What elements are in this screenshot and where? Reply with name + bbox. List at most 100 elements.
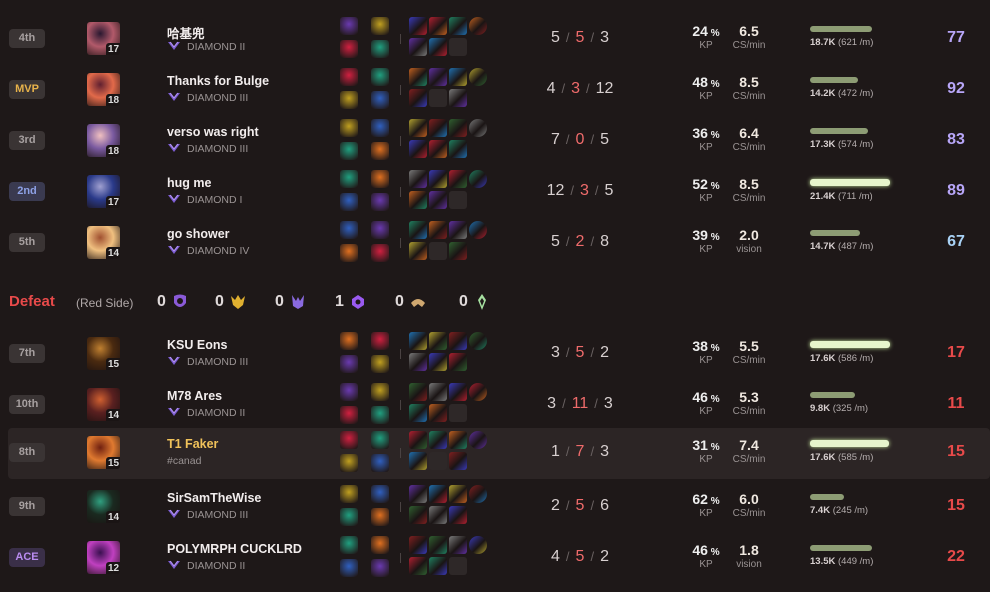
trinket-icon[interactable] [469, 485, 487, 503]
item-icon[interactable] [429, 557, 447, 575]
item-icon[interactable] [409, 221, 427, 239]
summoner-spell-icon[interactable] [340, 508, 358, 526]
player-name[interactable]: T1 Faker [167, 437, 218, 451]
item-icon[interactable] [449, 221, 467, 239]
item-icon[interactable] [449, 68, 467, 86]
item-icon[interactable] [429, 536, 447, 554]
player-name[interactable]: SirSamTheWise [167, 491, 261, 505]
item-icon[interactable] [449, 536, 467, 554]
summoner-spell-icon[interactable] [340, 431, 358, 449]
item-icon[interactable] [449, 353, 467, 371]
player-name[interactable]: M78 Ares [167, 389, 222, 403]
player-name[interactable]: hug me [167, 176, 211, 190]
trinket-icon[interactable] [469, 119, 487, 137]
item-icon[interactable] [449, 383, 467, 401]
trinket-icon[interactable] [469, 17, 487, 35]
item-icon[interactable] [409, 332, 427, 350]
item-icon[interactable] [409, 17, 427, 35]
rune-icon[interactable] [371, 485, 389, 503]
item-icon[interactable] [409, 68, 427, 86]
trinket-icon[interactable] [469, 332, 487, 350]
trinket-icon[interactable] [469, 221, 487, 239]
item-icon[interactable] [429, 353, 447, 371]
item-icon[interactable] [409, 89, 427, 107]
champion-portrait[interactable]: 17 [87, 22, 120, 55]
player-name[interactable]: KSU Eons [167, 338, 227, 352]
item-icon[interactable] [429, 140, 447, 158]
rune-icon[interactable] [371, 68, 389, 86]
item-icon[interactable] [409, 404, 427, 422]
champion-portrait[interactable]: 15 [87, 436, 120, 469]
item-icon[interactable] [409, 536, 427, 554]
trinket-icon[interactable] [469, 68, 487, 86]
item-icon[interactable] [449, 170, 467, 188]
rune-icon[interactable] [371, 193, 389, 211]
summoner-spell-icon[interactable] [340, 383, 358, 401]
rune-icon[interactable] [371, 454, 389, 472]
summoner-spell-icon[interactable] [340, 17, 358, 35]
player-row[interactable]: ACE 12 POLYMRPH CUCKLRD DIAMOND II 4 / 5 / 2 46 %… [0, 533, 990, 584]
summoner-spell-icon[interactable] [340, 193, 358, 211]
champion-portrait[interactable]: 14 [87, 226, 120, 259]
summoner-spell-icon[interactable] [340, 406, 358, 424]
champion-portrait[interactable]: 18 [87, 73, 120, 106]
item-icon[interactable] [449, 506, 467, 524]
champion-portrait[interactable]: 15 [87, 337, 120, 370]
rune-icon[interactable] [371, 332, 389, 350]
item-icon[interactable] [449, 17, 467, 35]
summoner-spell-icon[interactable] [340, 91, 358, 109]
rune-icon[interactable] [371, 406, 389, 424]
item-icon[interactable] [409, 506, 427, 524]
item-icon[interactable] [449, 89, 467, 107]
rune-icon[interactable] [371, 170, 389, 188]
rune-icon[interactable] [371, 40, 389, 58]
champion-portrait[interactable]: 14 [87, 388, 120, 421]
summoner-spell-icon[interactable] [340, 142, 358, 160]
item-icon[interactable] [429, 485, 447, 503]
champion-portrait[interactable]: 18 [87, 124, 120, 157]
rune-icon[interactable] [371, 17, 389, 35]
player-name[interactable]: POLYMRPH CUCKLRD [167, 542, 302, 556]
item-icon[interactable] [449, 431, 467, 449]
item-icon[interactable] [449, 404, 467, 422]
item-icon[interactable] [409, 353, 427, 371]
rune-icon[interactable] [371, 142, 389, 160]
rune-icon[interactable] [371, 559, 389, 577]
rune-icon[interactable] [371, 119, 389, 137]
summoner-spell-icon[interactable] [340, 170, 358, 188]
item-icon[interactable] [449, 191, 467, 209]
trinket-icon[interactable] [469, 383, 487, 401]
item-icon[interactable] [409, 119, 427, 137]
player-row[interactable]: 8th 15 T1 Faker #canad 1/7/3 31 % KP 7.4 CS/min 1… [8, 428, 990, 479]
summoner-spell-icon[interactable] [340, 559, 358, 577]
player-name[interactable]: go shower [167, 227, 230, 241]
item-icon[interactable] [409, 557, 427, 575]
champion-portrait[interactable]: 17 [87, 175, 120, 208]
item-icon[interactable] [409, 431, 427, 449]
rune-icon[interactable] [371, 355, 389, 373]
rune-icon[interactable] [371, 383, 389, 401]
player-row[interactable]: 4th 17 哈基兜 DIAMOND II 5/5/3 24 % KP 6.5 CS/min 18… [0, 14, 990, 65]
champion-portrait[interactable]: 12 [87, 541, 120, 574]
item-icon[interactable] [449, 485, 467, 503]
player-row[interactable]: MVP 18 Thanks for Bulge DIAMOND III 4 / 3 / 12 48… [0, 65, 990, 116]
item-icon[interactable] [429, 170, 447, 188]
item-icon[interactable] [429, 242, 447, 260]
item-icon[interactable] [449, 557, 467, 575]
item-icon[interactable] [429, 332, 447, 350]
summoner-spell-icon[interactable] [340, 355, 358, 373]
summoner-spell-icon[interactable] [340, 485, 358, 503]
player-name[interactable]: Thanks for Bulge [167, 74, 269, 88]
rune-icon[interactable] [371, 536, 389, 554]
rune-icon[interactable] [371, 244, 389, 262]
summoner-spell-icon[interactable] [340, 40, 358, 58]
player-name[interactable]: 哈基兜 [167, 23, 205, 42]
trinket-icon[interactable] [469, 431, 487, 449]
item-icon[interactable] [409, 383, 427, 401]
player-row[interactable]: 7th 15 KSU Eons DIAMOND III 3/5/2 38 % KP 5.5 CS… [0, 329, 990, 380]
item-icon[interactable] [429, 431, 447, 449]
rune-icon[interactable] [371, 431, 389, 449]
item-icon[interactable] [429, 383, 447, 401]
item-icon[interactable] [429, 452, 447, 470]
summoner-spell-icon[interactable] [340, 454, 358, 472]
